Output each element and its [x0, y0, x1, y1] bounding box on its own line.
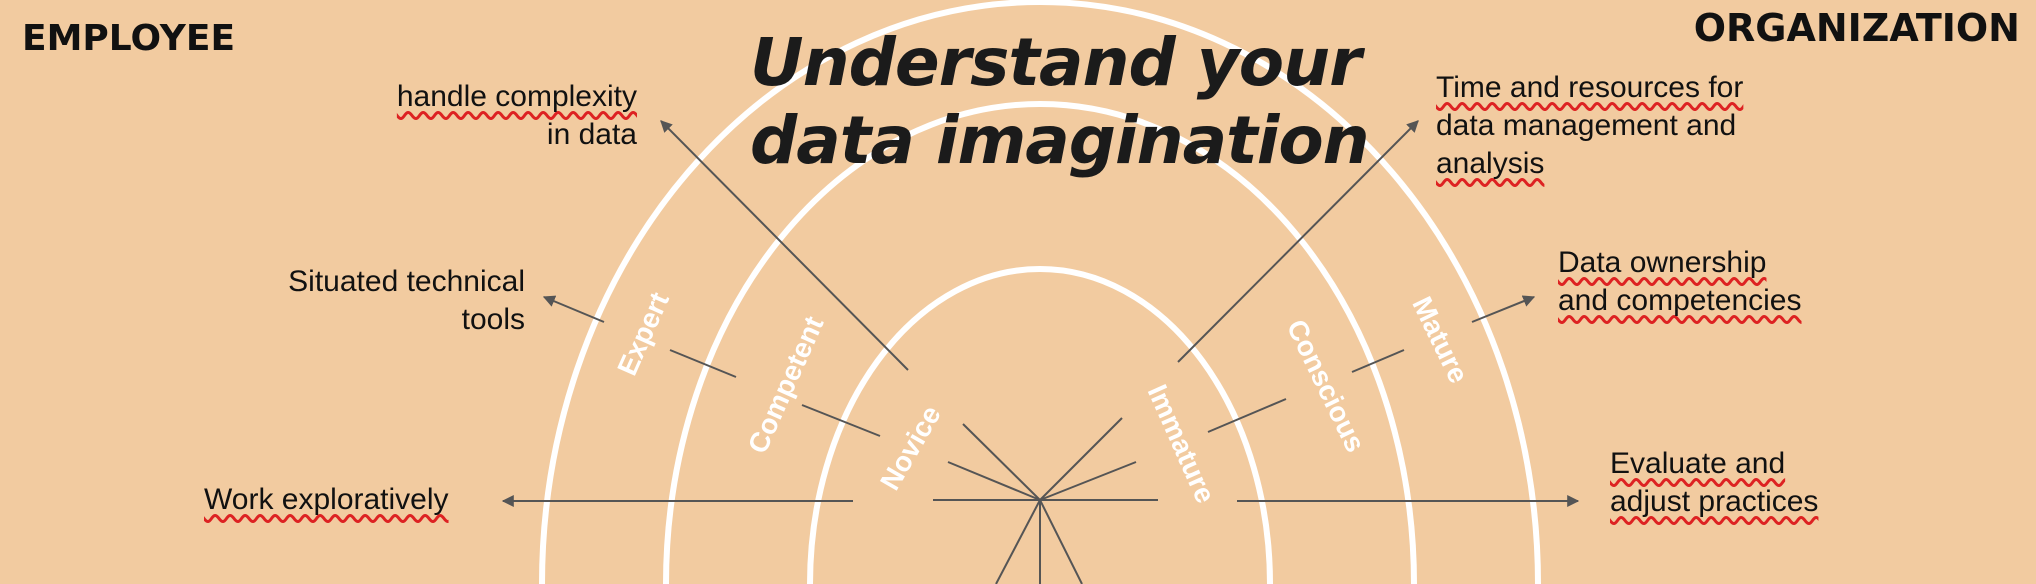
- center-spokes: [933, 417, 1158, 584]
- label-ownership-line-2: and competencies: [1558, 284, 1802, 317]
- label-resources-line-2: data management and: [1436, 109, 1737, 142]
- label-complexity-line-2: in data: [546, 118, 637, 151]
- label-situated-tools: Situated technical tools: [288, 263, 525, 339]
- label-evaluate-adjust: Evaluate and adjust practices: [1610, 445, 1818, 521]
- label-time-resources: Time and resources for data management a…: [1436, 69, 1743, 183]
- arrow-ownership-seg2: [1351, 349, 1405, 373]
- label-work-line-1: Work exploratively: [204, 483, 449, 516]
- label-data-ownership: Data ownership and competencies: [1558, 244, 1802, 320]
- diagram-canvas: EMPLOYEE ORGANIZATION Understand your da…: [0, 0, 2036, 584]
- label-ownership-line-1: Data ownership: [1558, 246, 1767, 279]
- label-handle-complexity: handle complexity in data: [397, 78, 637, 154]
- diagram-title: Understand your data imagination: [750, 24, 1370, 180]
- label-tools-line-2: tools: [461, 303, 525, 336]
- label-work-exploratively: Work exploratively: [204, 481, 449, 519]
- arrow-ownership-seg1: [1207, 398, 1287, 433]
- label-resources-line-3: analysis: [1436, 147, 1545, 180]
- label-resources-line-1: Time and resources for: [1436, 71, 1744, 104]
- label-evaluate-line-1: Evaluate and: [1610, 447, 1786, 480]
- title-line-2: data imagination: [750, 102, 1370, 179]
- label-complexity-line-1: handle complexity: [396, 80, 637, 113]
- title-line-1: Understand your: [750, 24, 1362, 101]
- organization-heading: ORGANIZATION: [1693, 6, 2020, 50]
- label-tools-line-1: Situated technical: [288, 265, 525, 298]
- arrow-tools-seg3: [542, 295, 605, 323]
- label-evaluate-line-2: adjust practices: [1610, 485, 1819, 518]
- employee-heading: EMPLOYEE: [22, 18, 236, 59]
